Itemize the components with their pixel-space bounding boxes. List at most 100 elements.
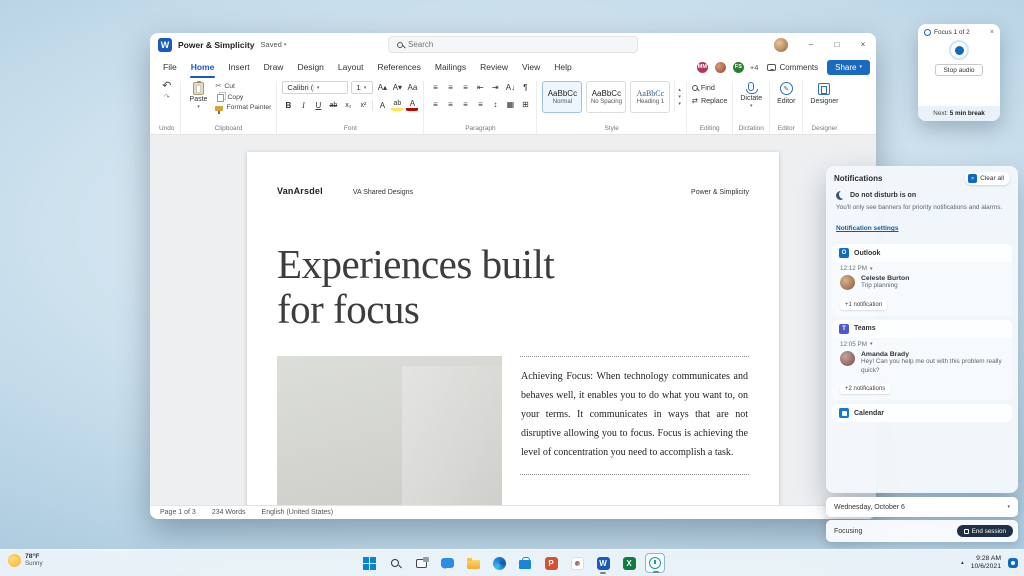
styles-scroll-down[interactable]: ▾ [678, 94, 681, 100]
coauthor-more-count[interactable]: +4 [750, 63, 759, 72]
tab-design[interactable]: Design [290, 56, 330, 78]
edge-button[interactable] [489, 553, 509, 573]
justify-icon[interactable]: ≡ [474, 98, 486, 110]
multilevel-list-icon[interactable]: ≡ [459, 81, 471, 93]
outlook-more-chip[interactable]: +1 notification [840, 299, 888, 310]
office-button[interactable] [567, 553, 587, 573]
find-button[interactable]: Find [691, 83, 727, 92]
file-explorer-button[interactable] [463, 553, 483, 573]
tab-review[interactable]: Review [473, 56, 515, 78]
word-titlebar[interactable]: W Power & Simplicity Saved ▾ – □ × [150, 33, 876, 56]
italic-button[interactable]: I [297, 99, 309, 111]
dictate-button[interactable]: Dictate ▾ [738, 81, 764, 109]
style-normal[interactable]: AaBbCc Normal [542, 81, 583, 113]
bold-button[interactable]: B [282, 99, 294, 111]
align-right-icon[interactable]: ≡ [459, 98, 471, 110]
tab-file[interactable]: File [156, 56, 184, 78]
font-size-combo[interactable]: 11 ▾ [351, 81, 374, 94]
highlight-color-button[interactable]: ab [391, 99, 404, 111]
clock-app-button[interactable] [645, 553, 665, 573]
font-family-combo[interactable]: Calibri (Body) ▾ [282, 81, 349, 94]
align-left-icon[interactable]: ≡ [429, 98, 441, 110]
outlook-group-header[interactable]: O Outlook [832, 244, 1012, 263]
underline-button[interactable]: U [312, 99, 324, 111]
calendar-group-header[interactable]: Calendar [832, 404, 1012, 423]
store-button[interactable] [515, 553, 535, 573]
share-button[interactable]: Share ▾ [827, 59, 870, 75]
styles-scroll-up[interactable]: ▴ [678, 87, 681, 93]
tab-draw[interactable]: Draw [257, 56, 291, 78]
document-canvas[interactable]: VanArsdel VA Shared Designs Power & Simp… [150, 135, 876, 505]
excel-button[interactable]: X [619, 553, 639, 573]
account-avatar[interactable] [774, 37, 788, 52]
borders-icon[interactable]: ⊞ [519, 98, 531, 110]
task-view-button[interactable] [411, 553, 431, 573]
editor-button[interactable]: ✎ Editor [775, 81, 797, 105]
tab-view[interactable]: View [515, 56, 547, 78]
text-effects-button[interactable]: A [376, 99, 388, 111]
shading-icon[interactable]: ▦ [504, 98, 516, 110]
replace-button[interactable]: ⇄ Replace [692, 96, 727, 105]
tab-home[interactable]: Home [184, 56, 222, 78]
cut-button[interactable]: ✂ Cut [215, 82, 271, 91]
maximize-button[interactable]: □ [824, 33, 850, 56]
notification-settings-link[interactable]: Notification settings [836, 225, 898, 232]
clear-all-button[interactable]: × Clear all [965, 172, 1010, 185]
tab-mailings[interactable]: Mailings [428, 56, 473, 78]
language-indicator[interactable]: English (United States) [262, 509, 334, 516]
tab-insert[interactable]: Insert [221, 56, 256, 78]
superscript-button[interactable]: x² [357, 99, 369, 111]
powerpoint-button[interactable]: P [541, 553, 561, 573]
sort-icon[interactable]: A↓ [504, 81, 516, 93]
copy-button[interactable]: Copy [215, 92, 271, 102]
style-no-spacing[interactable]: AaBbCc No Spacing [586, 81, 627, 113]
notification-badge-icon[interactable] [1008, 558, 1018, 568]
shrink-font-button[interactable]: A▾ [391, 82, 403, 94]
outlook-time-row[interactable]: 12:12 PM ▾ [832, 262, 1012, 273]
undo-button[interactable]: ↶ [162, 81, 171, 92]
date-bar[interactable]: Wednesday, October 6 ▾ [826, 497, 1018, 517]
change-case-button[interactable]: Aa [406, 82, 418, 94]
page-indicator[interactable]: Page 1 of 3 [160, 509, 196, 516]
redo-button[interactable]: ↷ [164, 94, 170, 101]
comments-button[interactable]: Comments [763, 63, 822, 72]
desktop[interactable]: W Power & Simplicity Saved ▾ – □ × File … [0, 0, 1024, 576]
subscript-button[interactable]: x₂ [342, 99, 354, 111]
format-painter-button[interactable]: Format Painter [215, 104, 271, 114]
close-button[interactable]: × [850, 33, 876, 56]
word-button[interactable]: W [593, 553, 613, 574]
tray-overflow-chevron[interactable]: ▴ [961, 560, 964, 566]
designer-button[interactable]: Designer [808, 81, 840, 105]
notification-item-teams[interactable]: Amanda Brady Hey! Can you help me out wi… [832, 349, 1012, 377]
style-heading1[interactable]: AaBbCc Heading 1 [630, 81, 671, 113]
word-count[interactable]: 234 Words [212, 509, 246, 516]
search-input[interactable] [408, 40, 629, 49]
notification-item-outlook[interactable]: Celeste Burton Trip planning [832, 273, 1012, 293]
chat-button[interactable] [437, 553, 457, 573]
styles-gallery-more[interactable]: ▾ [678, 101, 681, 107]
teams-more-chip[interactable]: +2 notifications [840, 384, 891, 395]
tab-references[interactable]: References [370, 56, 427, 78]
teams-time-row[interactable]: 12:05 PM ▾ [832, 338, 1012, 349]
start-button[interactable] [359, 553, 379, 573]
outdent-icon[interactable]: ⇤ [474, 81, 486, 93]
search-box[interactable] [388, 36, 638, 53]
teams-group-header[interactable]: T Teams [832, 319, 1012, 338]
align-center-icon[interactable]: ≡ [444, 98, 456, 110]
stop-audio-button[interactable]: Stop audio [935, 64, 983, 76]
close-icon[interactable]: × [990, 29, 994, 36]
numbering-icon[interactable]: ≡ [444, 81, 456, 93]
indent-icon[interactable]: ⇥ [489, 81, 501, 93]
coauthor-avatar-mm[interactable]: MM [695, 60, 709, 74]
strikethrough-button[interactable]: ab [327, 99, 339, 111]
coauthor-avatar-photo[interactable] [713, 60, 727, 74]
tab-help[interactable]: Help [547, 56, 578, 78]
paste-button[interactable]: Paste ▾ [186, 81, 212, 110]
tab-layout[interactable]: Layout [331, 56, 371, 78]
coauthor-avatar-fs[interactable]: FS [731, 60, 745, 74]
grow-font-button[interactable]: A▴ [376, 82, 388, 94]
autosave-status[interactable]: Saved ▾ [261, 40, 287, 49]
document-page[interactable]: VanArsdel VA Shared Designs Power & Simp… [247, 152, 779, 505]
taskbar-clock[interactable]: 9:28 AM 10/6/2021 [971, 555, 1001, 572]
taskbar-weather[interactable]: 78°F Sunny [8, 553, 43, 568]
